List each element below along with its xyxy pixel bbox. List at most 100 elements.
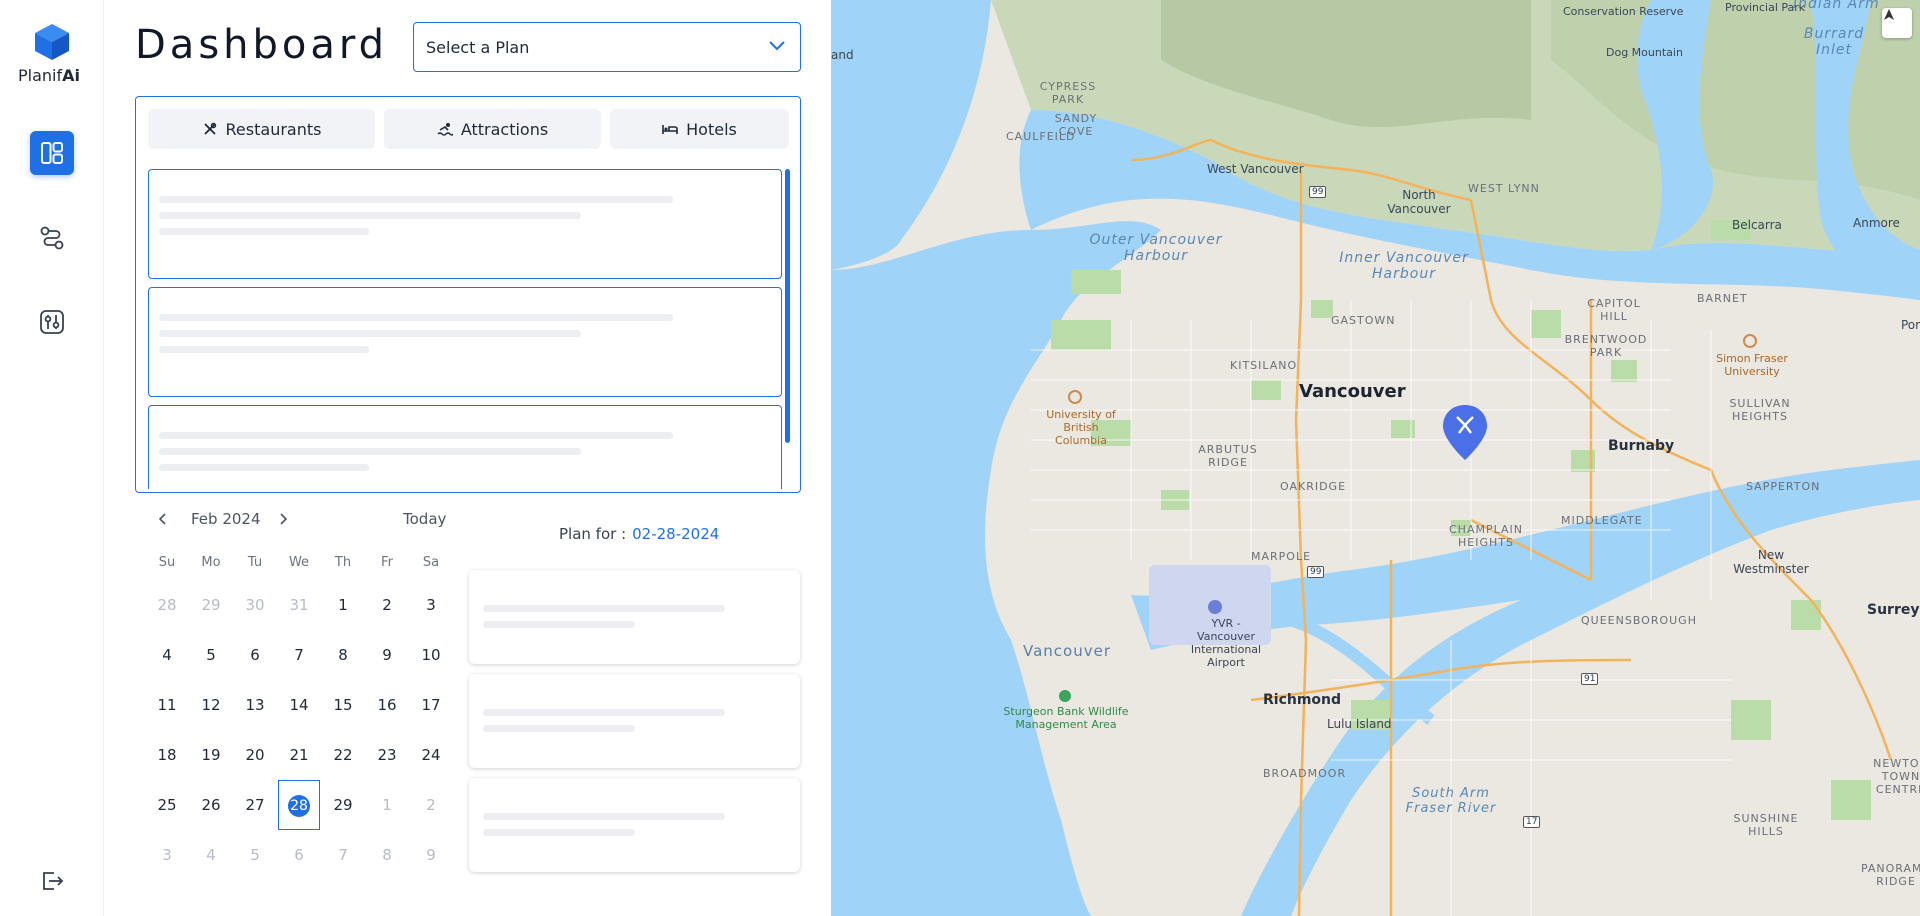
calendar-day-selected[interactable]: 28 — [278, 780, 320, 830]
calendar-day[interactable]: 6 — [235, 640, 275, 670]
calendar-day[interactable]: 1 — [323, 590, 363, 620]
calendar-day[interactable]: 27 — [235, 790, 275, 820]
map-canvas[interactable] — [831, 0, 1920, 916]
map-view[interactable]: West Vancouver North Vancouver WEST LYNN… — [831, 0, 1920, 916]
cube-logo-icon — [35, 24, 69, 60]
calendar-day[interactable]: 18 — [147, 740, 187, 770]
plan-item-skeleton[interactable] — [469, 674, 800, 768]
calendar-day[interactable]: 20 — [235, 740, 275, 770]
map-label: Vancouver — [1299, 381, 1406, 402]
map-label: and — [831, 48, 854, 62]
skeleton-line — [159, 314, 673, 321]
calendar-day[interactable]: 7 — [279, 640, 319, 670]
highway-shield: 99 — [1309, 186, 1327, 198]
calendar-day[interactable]: 15 — [323, 690, 363, 720]
sliders-icon — [40, 310, 64, 334]
calendar-month: Feb 2024 — [191, 510, 261, 528]
calendar-day[interactable]: 2 — [411, 790, 451, 820]
calendar-day[interactable]: 5 — [191, 640, 231, 670]
calendar-day[interactable]: 22 — [323, 740, 363, 770]
compass-button[interactable] — [1882, 8, 1912, 38]
swimmer-icon — [437, 123, 453, 136]
calendar-day[interactable]: 9 — [411, 840, 451, 870]
map-label: CAULFEILD — [1006, 130, 1076, 143]
logout-button[interactable] — [30, 859, 74, 903]
calendar-day[interactable]: 23 — [367, 740, 407, 770]
bed-icon — [662, 125, 678, 134]
calendar-day[interactable]: 26 — [191, 790, 231, 820]
map-label: PANORAMA RIDGE — [1860, 862, 1920, 888]
calendar-day[interactable]: 4 — [191, 840, 231, 870]
calendar-day[interactable]: 14 — [279, 690, 319, 720]
skeleton-line — [159, 448, 581, 455]
highway-shield: 99 — [1307, 566, 1325, 578]
map-label: SUNSHINE HILLS — [1733, 812, 1799, 838]
plan-item-skeleton[interactable] — [469, 570, 800, 664]
map-label: WEST LYNN — [1468, 182, 1540, 195]
calendar-day[interactable]: 5 — [235, 840, 275, 870]
map-label: Outer Vancouver Harbour — [1089, 232, 1223, 264]
plan-select[interactable]: Select a Plan — [413, 22, 801, 72]
chevron-right-icon[interactable] — [278, 511, 290, 527]
places-scrollbar[interactable] — [785, 169, 790, 443]
map-label: OAKRIDGE — [1280, 480, 1347, 493]
calendar-day[interactable]: 29 — [323, 790, 363, 820]
map-label: QUEENSBOROUGH — [1581, 614, 1697, 627]
place-card-skeleton[interactable] — [148, 287, 782, 397]
calendar-day[interactable]: 12 — [191, 690, 231, 720]
calendar-day[interactable]: 28 — [147, 590, 187, 620]
calendar-day[interactable]: 21 — [279, 740, 319, 770]
calendar-day[interactable]: 11 — [147, 690, 187, 720]
map-label: Dog Mountain — [1606, 46, 1683, 59]
calendar-day[interactable]: 16 — [367, 690, 407, 720]
weekday-label: Th — [334, 555, 352, 570]
calendar-day[interactable]: 9 — [367, 640, 407, 670]
place-card-skeleton[interactable] — [148, 405, 782, 489]
calendar-day[interactable]: 25 — [147, 790, 187, 820]
map-label: Burnaby — [1608, 438, 1675, 454]
chevron-left-icon[interactable] — [156, 511, 168, 527]
plan-item-skeleton[interactable] — [469, 778, 800, 872]
route-icon — [40, 226, 64, 250]
tab-restaurants[interactable]: Restaurants — [148, 109, 375, 149]
nav-routes-button[interactable] — [30, 216, 74, 260]
selected-day-number: 28 — [288, 795, 310, 817]
skeleton-line — [159, 464, 369, 471]
nav-settings-button[interactable] — [30, 300, 74, 344]
logout-icon — [43, 872, 64, 890]
dashboard-icon — [41, 142, 63, 164]
calendar-day[interactable]: 6 — [279, 840, 319, 870]
calendar-day[interactable]: 8 — [323, 640, 363, 670]
calendar-day[interactable]: 17 — [411, 690, 451, 720]
calendar-day[interactable]: 3 — [147, 840, 187, 870]
calendar-day[interactable]: 3 — [411, 590, 451, 620]
calendar-day[interactable]: 19 — [191, 740, 231, 770]
page-title: Dashboard — [135, 22, 389, 68]
place-card-skeleton[interactable] — [148, 169, 782, 279]
calendar-day[interactable]: 10 — [411, 640, 451, 670]
calendar-day[interactable]: 7 — [323, 840, 363, 870]
skeleton-line — [483, 829, 635, 836]
tab-attractions[interactable]: Attractions — [384, 109, 601, 149]
map-label: Vancouver — [1023, 642, 1111, 660]
calendar-day[interactable]: 2 — [367, 590, 407, 620]
skeleton-line — [159, 228, 369, 235]
calendar-day[interactable]: 4 — [147, 640, 187, 670]
skeleton-line — [483, 813, 725, 820]
calendar-day[interactable]: 1 — [367, 790, 407, 820]
calendar-day[interactable]: 30 — [235, 590, 275, 620]
tab-hotels[interactable]: Hotels — [610, 109, 789, 149]
calendar-day[interactable]: 29 — [191, 590, 231, 620]
calendar-day[interactable]: 24 — [411, 740, 451, 770]
app-logo[interactable]: PlanifAi — [18, 22, 82, 85]
map-label: West Vancouver — [1207, 162, 1304, 176]
places-list[interactable] — [148, 169, 786, 489]
calendar-today-button[interactable]: Today — [403, 510, 446, 528]
map-label: Indian Arm — [1793, 0, 1880, 12]
calendar-day[interactable]: 13 — [235, 690, 275, 720]
calendar-day[interactable]: 8 — [367, 840, 407, 870]
skeleton-line — [483, 725, 635, 732]
map-label: Conservation Reserve — [1563, 5, 1684, 18]
nav-dashboard-button[interactable] — [30, 131, 74, 175]
calendar-day[interactable]: 31 — [279, 590, 319, 620]
